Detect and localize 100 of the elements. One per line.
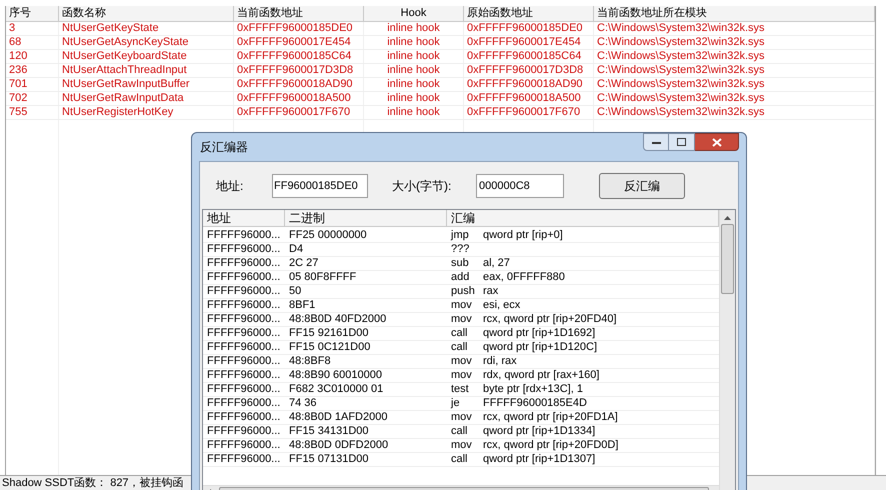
table-cell: inline hook (364, 92, 464, 105)
table-cell: 236 (6, 64, 59, 77)
table-cell: C:\Windows\System32\win32k.sys (594, 106, 875, 119)
disassemble-button[interactable]: 反汇编 (599, 172, 685, 198)
mnemonic-text: mov (451, 298, 473, 314)
operand-text: eax, 0FFFFF880 (483, 270, 565, 286)
table-cell: 755 (6, 106, 59, 119)
table-cell: 0xFFFFF9600017F670 (464, 106, 594, 119)
size-field[interactable]: 000000C8 (476, 174, 564, 198)
mnemonic-text: add (451, 270, 470, 286)
table-cell: C:\Windows\System32\win32k.sys (594, 78, 875, 91)
table-cell: 702 (6, 92, 59, 105)
column-header[interactable]: 当前函数地址 (234, 6, 364, 21)
table-cell-text: FFFFF96000... (206, 439, 282, 452)
column-header[interactable]: 二进制 (285, 210, 447, 226)
operand-text: rdi, rax (483, 354, 517, 370)
table-cell-text: 48:8B0D 1AFD2000 (288, 411, 388, 424)
table-cell-text: 05 80F8FFFF (288, 271, 358, 284)
operand-text: qword ptr [rip+0] (483, 228, 563, 244)
table-cell: inline hook (364, 22, 464, 35)
operand-text: qword ptr [rip+1D1692] (483, 326, 596, 342)
table-cell: 0xFFFFF96000185DE0 (234, 22, 364, 35)
table-cell: 68 (6, 36, 59, 49)
operand-text: rcx, qword ptr [rip+20FD40] (483, 312, 617, 328)
column-header[interactable]: 地址 (203, 210, 285, 226)
table-cell-text: FF15 0C121D00 (288, 341, 372, 354)
address-field[interactable]: FF96000185DE0 (272, 174, 368, 198)
table-cell: NtUserGetRawInputData (59, 92, 234, 105)
mnemonic-text: call (451, 340, 469, 356)
mnemonic-text: mov (451, 354, 473, 370)
vertical-scrollbar[interactable] (719, 210, 735, 490)
table-cell: 0xFFFFF9600017D3D8 (234, 64, 364, 77)
table-cell-text: FFFFF96000... (206, 243, 282, 256)
table-cell-text: 48:8BF8 (288, 355, 332, 368)
mnemonic-text: ??? (451, 242, 470, 258)
table-cell: 120 (6, 50, 59, 63)
operand-text: al, 27 (483, 256, 510, 272)
mnemonic-text: test (451, 382, 470, 398)
table-cell: C:\Windows\System32\win32k.sys (594, 36, 875, 49)
table-cell: 0xFFFFF9600018AD90 (464, 78, 594, 91)
mnemonic-text: call (451, 452, 469, 468)
table-cell: 0xFFFFF96000185DE0 (464, 22, 594, 35)
close-icon (712, 138, 722, 146)
table-cell-text: FFFFF96000... (206, 341, 282, 354)
table-cell: inline hook (364, 64, 464, 77)
table-cell: NtUserGetRawInputBuffer (59, 78, 234, 91)
table-cell: 3 (6, 22, 59, 35)
table-cell-text: FF15 92161D00 (288, 327, 370, 340)
table-cell-text: FFFFF96000... (206, 383, 282, 396)
table-cell-text: FFFFF96000... (206, 257, 282, 270)
table-cell: C:\Windows\System32\win32k.sys (594, 22, 875, 35)
table-cell-text: FFFFF96000... (206, 453, 282, 466)
table-cell-text: FFFFF96000... (206, 299, 282, 312)
table-cell: 0xFFFFF9600018A500 (464, 92, 594, 105)
table-cell: C:\Windows\System32\win32k.sys (594, 64, 875, 77)
minimize-button[interactable] (643, 133, 669, 151)
table-cell: 0xFFFFF9600017E454 (234, 36, 364, 49)
maximize-button[interactable] (669, 133, 695, 151)
table-cell-text: FFFFF96000... (206, 327, 282, 340)
column-header[interactable]: 原始函数地址 (464, 6, 594, 21)
table-cell-text: FFFFF96000... (206, 313, 282, 326)
table-cell-text: F682 3C010000 01 (288, 383, 384, 396)
table-cell: 0xFFFFF96000185C64 (464, 50, 594, 63)
table-cell: inline hook (364, 36, 464, 49)
close-button[interactable] (695, 133, 739, 151)
column-header[interactable]: Hook (364, 6, 464, 21)
maximize-icon (677, 138, 686, 146)
table-cell-text: FFFFF96000... (206, 285, 282, 298)
table-cell-text: FF15 07131D00 (288, 453, 370, 466)
table-cell: NtUserRegisterHotKey (59, 106, 234, 119)
mnemonic-text: mov (451, 438, 473, 454)
operand-text: rax (483, 284, 498, 300)
mnemonic-text: push (451, 284, 476, 300)
table-cell: 0xFFFFF9600017F670 (234, 106, 364, 119)
table-cell-text: FFFFF96000... (206, 229, 282, 242)
table-cell-text: FFFFF96000... (206, 411, 282, 424)
table-cell-text: 48:8B90 60010000 (288, 369, 383, 382)
column-header[interactable]: 函数名称 (59, 6, 234, 21)
table-cell: inline hook (364, 106, 464, 119)
column-header[interactable]: 当前函数地址所在模块 (594, 6, 875, 21)
operand-text: rcx, qword ptr [rip+20FD1A] (483, 410, 618, 426)
table-cell: NtUserAttachThreadInput (59, 64, 234, 77)
operand-text: byte ptr [rdx+13C], 1 (483, 382, 583, 398)
minimize-icon (652, 140, 660, 144)
address-label: 地址: (216, 178, 244, 194)
table-cell: C:\Windows\System32\win32k.sys (594, 92, 875, 105)
table-cell: inline hook (364, 50, 464, 63)
table-cell: 0xFFFFF9600018A500 (234, 92, 364, 105)
operand-text: qword ptr [rip+1D120C] (483, 340, 598, 356)
column-header[interactable]: 序号 (6, 6, 59, 21)
table-cell: 0xFFFFF9600018AD90 (234, 78, 364, 91)
table-cell-text: 2C 27 (288, 257, 320, 270)
table-cell-text: FFFFF96000... (206, 397, 282, 410)
table-cell-text: D4 (288, 243, 304, 256)
table-cell: 0xFFFFF9600017D3D8 (464, 64, 594, 77)
operand-text: FFFFF96000185E4D (483, 396, 587, 412)
table-cell-text: 48:8B0D 40FD2000 (288, 313, 388, 326)
up-arrow-icon (724, 216, 731, 220)
table-cell-text: FFFFF96000... (206, 271, 282, 284)
mnemonic-text: mov (451, 368, 473, 384)
